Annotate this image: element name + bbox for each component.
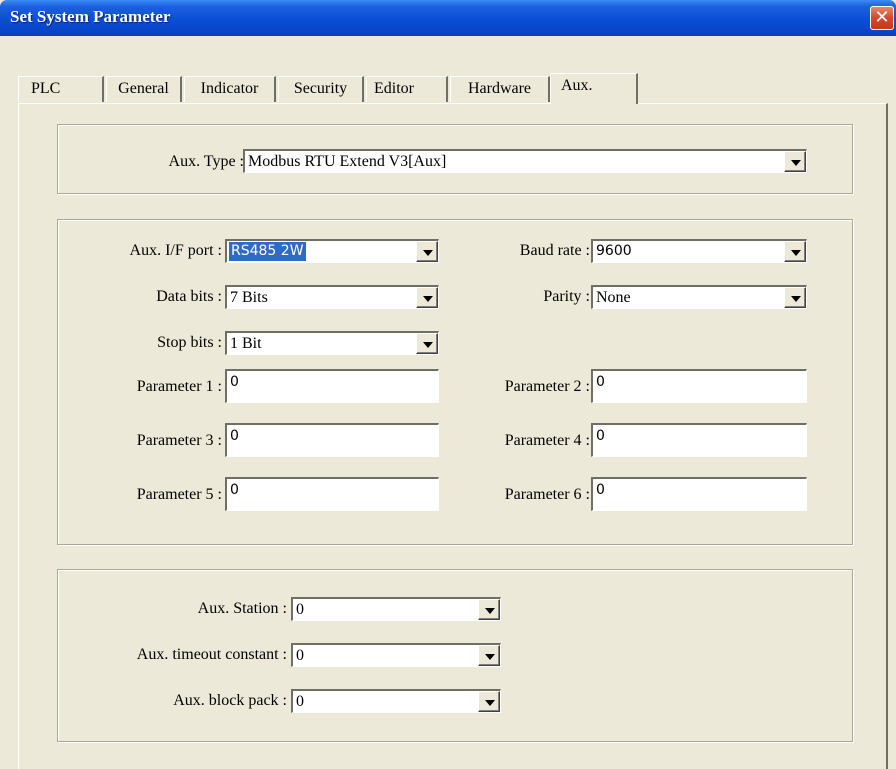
parity-label: Parity : (543, 288, 590, 305)
chevron-down-icon[interactable] (478, 645, 500, 666)
stop-bits-value: 1 Bit (230, 335, 262, 352)
port-value: RS485 2W (228, 241, 307, 262)
parameter-3-label: Parameter 3 : (136, 432, 222, 449)
parameter-3-input[interactable]: 0 (225, 423, 439, 457)
chevron-down-icon[interactable] (784, 151, 806, 172)
tab-hardware[interactable]: Hardware (450, 76, 550, 102)
station-group: Aux. Station : 0 Aux. timeout constant :… (57, 569, 853, 742)
chevron-down-icon[interactable] (416, 241, 438, 262)
parameter-6-input[interactable]: 0 (591, 477, 807, 511)
communication-group: Aux. I/F port : RS485 2W Baud rate : 960… (57, 219, 853, 545)
dialog-body: PLC General Indicator Security Editor Ha… (0, 36, 896, 769)
title-bar: Set System Parameter ✕ (0, 0, 896, 36)
station-label: Aux. Station : (197, 600, 287, 617)
tab-strip: PLC General Indicator Security Editor Ha… (0, 36, 896, 106)
aux-type-label: Aux. Type : (168, 153, 244, 170)
tab-label: Hardware (467, 80, 532, 97)
aux-type-select[interactable]: Modbus RTU Extend V3[Aux] (243, 149, 807, 173)
parameter-4-value: 0 (596, 428, 605, 444)
tab-label: Indicator (200, 80, 259, 97)
data-bits-label: Data bits : (156, 288, 222, 305)
parameter-2-value: 0 (596, 374, 605, 390)
baud-value: 9600 (596, 243, 632, 259)
timeout-select[interactable]: 0 (291, 643, 501, 667)
tab-aux[interactable]: Aux. (550, 73, 638, 104)
parameter-1-input[interactable]: 0 (225, 369, 439, 403)
tab-label: Aux. (561, 77, 593, 94)
parameter-5-label: Parameter 5 : (136, 486, 222, 503)
parameter-4-input[interactable]: 0 (591, 423, 807, 457)
block-pack-select[interactable]: 0 (291, 689, 501, 713)
aux-type-value: Modbus RTU Extend V3[Aux] (248, 153, 447, 170)
parameter-6-label: Parameter 6 : (504, 486, 590, 503)
parameter-1-label: Parameter 1 : (136, 378, 222, 395)
tab-label: Security (293, 80, 348, 97)
parameter-3-value: 0 (230, 428, 239, 444)
baud-label: Baud rate : (519, 242, 590, 259)
chevron-down-icon[interactable] (478, 691, 500, 712)
data-bits-select[interactable]: 7 Bits (225, 285, 439, 309)
window-title: Set System Parameter (10, 7, 171, 26)
close-button[interactable]: ✕ (870, 6, 894, 30)
tab-security[interactable]: Security (278, 76, 364, 102)
tab-plc[interactable]: PLC (18, 76, 104, 102)
parameter-1-value: 0 (230, 374, 239, 390)
chevron-down-icon[interactable] (784, 241, 806, 262)
chevron-down-icon[interactable] (784, 287, 806, 308)
port-label: Aux. I/F port : (129, 242, 222, 259)
stop-bits-select[interactable]: 1 Bit (225, 331, 439, 355)
parameter-2-input[interactable]: 0 (591, 369, 807, 403)
baud-select[interactable]: 9600 (591, 239, 807, 263)
parameter-2-label: Parameter 2 : (504, 378, 590, 395)
block-pack-value: 0 (296, 693, 304, 710)
tab-editor[interactable]: Editor (366, 76, 448, 102)
tab-label: PLC (31, 80, 61, 97)
station-value: 0 (296, 601, 304, 618)
parity-value: None (596, 289, 631, 306)
aux-type-group: Aux. Type : Modbus RTU Extend V3[Aux] (57, 124, 853, 194)
chevron-down-icon[interactable] (416, 287, 438, 308)
block-pack-label: Aux. block pack : (173, 692, 287, 709)
tab-panel-aux: Aux. Type : Modbus RTU Extend V3[Aux] Au… (18, 103, 888, 769)
station-select[interactable]: 0 (291, 597, 501, 621)
chevron-down-icon[interactable] (416, 333, 438, 354)
port-select[interactable]: RS485 2W (225, 239, 439, 263)
parameter-4-label: Parameter 4 : (504, 432, 590, 449)
stop-bits-label: Stop bits : (157, 334, 222, 351)
parameter-6-value: 0 (596, 482, 605, 498)
close-icon: ✕ (874, 7, 890, 28)
parameter-5-value: 0 (230, 482, 239, 498)
tab-label: Editor (374, 80, 414, 97)
parameter-5-input[interactable]: 0 (225, 477, 439, 511)
timeout-value: 0 (296, 647, 304, 664)
timeout-label: Aux. timeout constant : (136, 646, 287, 663)
parity-select[interactable]: None (591, 285, 807, 309)
tab-indicator[interactable]: Indicator (184, 76, 276, 102)
tab-label: General (118, 80, 169, 97)
chevron-down-icon[interactable] (478, 599, 500, 620)
data-bits-value: 7 Bits (230, 289, 268, 306)
tab-general[interactable]: General (106, 76, 182, 102)
